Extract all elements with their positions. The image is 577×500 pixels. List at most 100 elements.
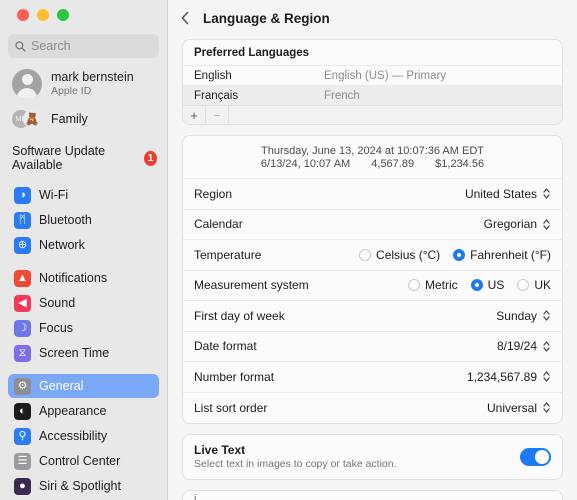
sidebar-item-focus[interactable]: ☽ Focus: [8, 316, 159, 340]
chevron-updown-icon: [542, 370, 551, 383]
radio-celsius[interactable]: Celsius (°C): [359, 248, 440, 262]
family-avatars: MB 🧸: [12, 108, 42, 130]
sidebar-item-screen-time[interactable]: ⧖ Screen Time: [8, 341, 159, 365]
preview-samples: 6/13/24, 10:07 AM 4,567.89 $1,234.56: [183, 158, 562, 170]
radio-label: Metric: [424, 278, 458, 293]
table-row[interactable]: English English (US) — Primary: [183, 65, 562, 85]
siri-icon: ●: [14, 477, 31, 495]
chevron-updown-icon: [542, 340, 551, 353]
search-input[interactable]: Search: [8, 34, 159, 58]
sidebar-item-network[interactable]: ⊕ Network: [8, 233, 159, 257]
region-value: United States: [464, 186, 537, 201]
sidebar-item-siri-spotlight[interactable]: ● Siri & Spotlight: [8, 474, 159, 498]
control-center-icon: ☰: [14, 452, 31, 470]
radio-uk[interactable]: UK: [517, 278, 551, 292]
close-button[interactable]: [17, 9, 29, 21]
sidebar: Search mark bernstein Apple ID MB 🧸 Fami…: [0, 0, 168, 500]
sidebar-group-0: ◑ Wi-Fi ᛗ Bluetooth ⊕ Network: [8, 183, 159, 257]
back-button[interactable]: [178, 9, 192, 27]
sidebar-item-bluetooth[interactable]: ᛗ Bluetooth: [8, 208, 159, 232]
screen-time-icon: ⧖: [14, 344, 31, 362]
live-text-subtitle: Select text in images to copy or take ac…: [194, 458, 397, 470]
preview-full-date: Thursday, June 13, 2024 at 10:07:36 AM E…: [261, 145, 484, 157]
date-format-value: 8/19/24: [496, 339, 537, 354]
region-settings-card: Thursday, June 13, 2024 at 10:07:36 AM E…: [182, 135, 563, 424]
region-popup[interactable]: United States: [465, 187, 551, 201]
chevron-updown-icon: [542, 218, 551, 231]
radio-label: US: [487, 278, 505, 293]
radio-dot: [407, 279, 420, 292]
sidebar-item-family[interactable]: MB 🧸 Family: [8, 105, 159, 133]
add-language-button[interactable]: +: [183, 105, 206, 124]
sidebar-item-accessibility[interactable]: ⚲ Accessibility: [8, 424, 159, 448]
content: Preferred Languages English English (US)…: [168, 30, 577, 500]
apple-id-row[interactable]: mark bernstein Apple ID: [8, 58, 159, 105]
page-title: Language & Region: [203, 10, 330, 26]
calendar-value: Gregorian: [483, 217, 537, 232]
chevron-updown-icon: [542, 309, 551, 322]
partial-glyph: i: [194, 493, 197, 500]
number-format-popup[interactable]: 1,234,567.89: [467, 370, 551, 384]
preview-currency: $1,234.56: [435, 158, 485, 170]
temperature-label: Temperature: [194, 247, 262, 262]
row-first-day-of-week[interactable]: First day of week Sunday: [183, 301, 562, 332]
sidebar-item-notifications[interactable]: ▲ Notifications: [8, 266, 159, 290]
radio-dot: [517, 279, 530, 292]
row-list-sort-order[interactable]: List sort order Universal: [183, 393, 562, 424]
date-format-popup[interactable]: 8/19/24: [497, 339, 551, 353]
radio-us[interactable]: US: [470, 278, 505, 293]
table-row[interactable]: Français French: [183, 85, 562, 105]
sidebar-item-label: Network: [39, 238, 85, 252]
radio-label: UK: [534, 278, 551, 293]
measurement-label: Measurement system: [194, 278, 309, 293]
search-placeholder: Search: [31, 39, 71, 53]
sidebar-item-label: Focus: [39, 321, 74, 335]
sound-icon: ◀: [14, 294, 31, 312]
maximize-button[interactable]: [57, 9, 69, 21]
account-subtitle: Apple ID: [51, 85, 92, 98]
format-preview: Thursday, June 13, 2024 at 10:07:36 AM E…: [183, 136, 562, 179]
radio-dot: [470, 279, 483, 292]
software-update-label: Software Update Available: [12, 144, 106, 172]
search-icon: [15, 40, 26, 52]
row-live-text: Live Text Select text in images to copy …: [183, 435, 562, 479]
number-format-label: Number format: [194, 369, 275, 384]
language-name: Français: [194, 89, 239, 102]
row-calendar[interactable]: Calendar Gregorian: [183, 210, 562, 240]
sidebar-item-control-center[interactable]: ☰ Control Center: [8, 449, 159, 473]
wifi-icon: ◑: [14, 186, 31, 204]
temperature-radio-group: Celsius (°C) Fahrenheit (°F): [359, 248, 551, 262]
sidebar-item-sound[interactable]: ◀ Sound: [8, 291, 159, 315]
sidebar-item-general[interactable]: ⚙ General: [8, 374, 159, 398]
sidebar-item-label: Sound: [39, 296, 76, 310]
chevron-updown-icon: [542, 187, 551, 200]
live-text-text: Live Text Select text in images to copy …: [194, 443, 397, 470]
sidebar-item-label: Wi-Fi: [39, 188, 69, 202]
preview-short-date: 6/13/24, 10:07 AM: [260, 158, 351, 170]
number-format-value: 1,234,567.89: [466, 369, 537, 384]
sort-order-popup[interactable]: Universal: [487, 401, 551, 415]
minimize-button[interactable]: [37, 9, 49, 21]
calendar-label: Calendar: [194, 217, 243, 232]
sidebar-item-label: Appearance: [39, 404, 107, 418]
row-region[interactable]: Region United States: [183, 179, 562, 210]
row-number-format[interactable]: Number format 1,234,567.89: [183, 362, 562, 393]
first-day-popup[interactable]: Sunday: [496, 309, 551, 323]
row-date-format[interactable]: Date format 8/19/24: [183, 332, 562, 362]
software-update-row[interactable]: Software Update Available 1: [8, 133, 159, 181]
accessibility-icon: ⚲: [14, 427, 31, 445]
sidebar-item-label: Siri & Spotlight: [39, 479, 121, 493]
calendar-popup[interactable]: Gregorian: [484, 217, 551, 231]
sidebar-item-appearance[interactable]: ◐ Appearance: [8, 399, 159, 423]
sidebar-item-label: Screen Time: [39, 346, 110, 360]
account-text: mark bernstein Apple ID: [51, 70, 134, 99]
radio-fahrenheit[interactable]: Fahrenheit (°F): [453, 248, 551, 262]
chevron-left-icon: [181, 11, 189, 25]
language-name: English: [194, 69, 232, 82]
live-text-toggle[interactable]: [520, 447, 551, 466]
live-text-title: Live Text: [194, 443, 246, 457]
region-label: Region: [194, 186, 233, 201]
toolbar: Language & Region: [168, 0, 577, 30]
sidebar-item-wi-fi[interactable]: ◑ Wi-Fi: [8, 183, 159, 207]
radio-metric[interactable]: Metric: [407, 278, 458, 293]
